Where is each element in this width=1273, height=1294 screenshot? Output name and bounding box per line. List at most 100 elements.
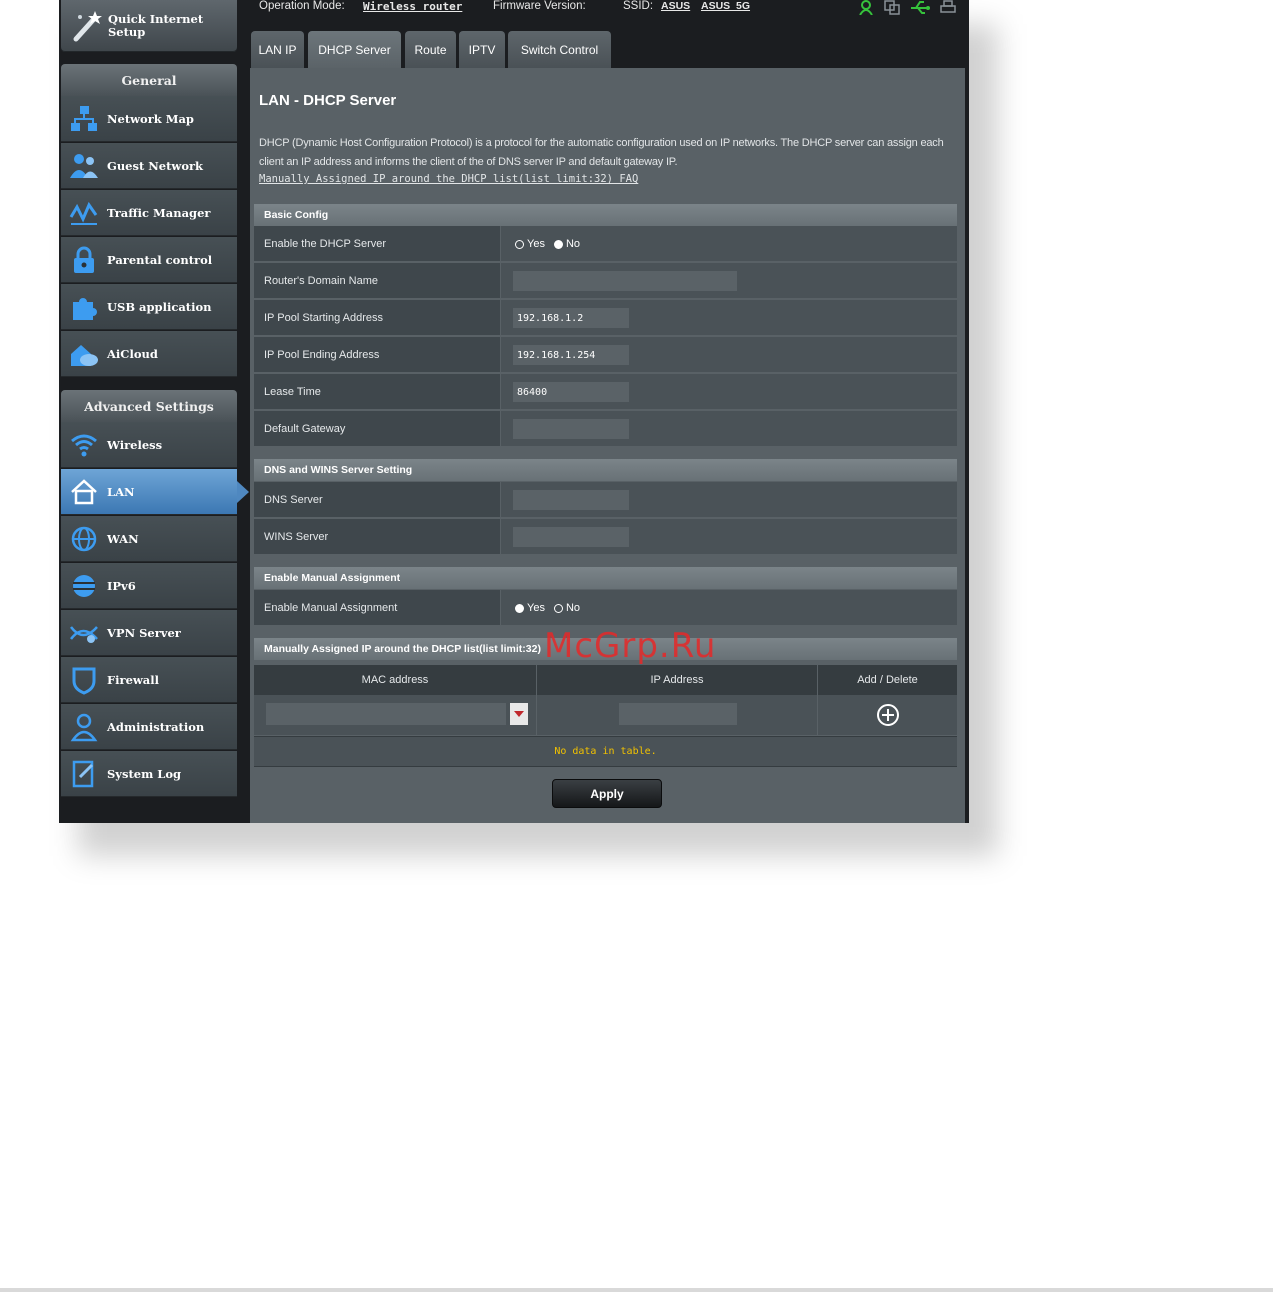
home-icon: [66, 474, 102, 510]
wins-server-input[interactable]: [513, 527, 629, 547]
ssid-link-5g[interactable]: ASUS_5G: [701, 0, 750, 12]
vpn-icon: [66, 615, 102, 651]
mac-address-column-header: MAC address: [254, 665, 537, 695]
usb-status-icon[interactable]: [910, 0, 930, 15]
sidebar-item-lan[interactable]: LAN: [61, 469, 237, 515]
pool-end-label: IP Pool Ending Address: [254, 337, 500, 373]
manual-yes-radio[interactable]: [515, 603, 524, 613]
page-description: DHCP (Dynamic Host Configuration Protoco…: [259, 137, 944, 168]
sidebar-item-label: Wireless: [107, 437, 163, 452]
default-gateway-label: Default Gateway: [254, 411, 500, 447]
sidebar-item-network-map[interactable]: Network Map: [61, 96, 237, 142]
tab-switch-control[interactable]: Switch Control: [508, 31, 611, 68]
manual-assignment-row: Enable Manual Assignment Yes No: [254, 590, 957, 626]
mac-dropdown-button[interactable]: [510, 703, 528, 725]
manual-assignment-header: Enable Manual Assignment: [254, 567, 957, 589]
sidebar-item-label: VPN Server: [107, 625, 181, 640]
sidebar-item-wireless[interactable]: Wireless: [61, 422, 237, 468]
tab-lan-ip[interactable]: LAN IP: [251, 31, 304, 68]
tab-dhcp-server[interactable]: DHCP Server: [308, 31, 401, 68]
status-icons: [858, 0, 956, 15]
dns-server-input[interactable]: [513, 490, 629, 510]
manual-yes-label: Yes: [527, 602, 545, 614]
dhcp-yes-label: Yes: [527, 238, 545, 250]
apply-button[interactable]: Apply: [552, 779, 662, 808]
watermark: McGrp.Ru: [544, 626, 717, 666]
general-header: General: [61, 64, 237, 96]
ssid-label: SSID:: [623, 0, 654, 12]
admin-user-icon: [66, 709, 102, 745]
cloud-icon: [66, 336, 102, 372]
page-footer-line: [0, 1288, 1273, 1292]
traffic-manager-icon: [66, 195, 102, 231]
lease-time-input[interactable]: 86400: [513, 382, 629, 402]
enable-dhcp-value: Yes No: [501, 226, 957, 262]
dns-server-value: [501, 482, 957, 518]
sidebar-item-firewall[interactable]: Firewall: [61, 657, 237, 703]
sidebar-item-label: Guest Network: [107, 158, 204, 173]
router-admin-screenshot: Quick Internet Setup General Network Map…: [59, 0, 969, 823]
firmware-version-label: Firmware Version:: [493, 0, 586, 12]
manual-list-table-header: MAC address IP Address Add / Delete: [254, 665, 957, 695]
default-gateway-input[interactable]: [513, 419, 629, 439]
sidebar-item-vpn-server[interactable]: VPN Server: [61, 610, 237, 656]
ip-address-column-header: IP Address: [537, 665, 818, 695]
manual-assignment-value: Yes No: [501, 590, 957, 626]
active-item-pointer: [237, 481, 249, 503]
domain-name-input[interactable]: [513, 271, 737, 291]
faq-link[interactable]: Manually Assigned IP around the DHCP lis…: [259, 173, 638, 185]
sidebar-item-label: Parental control: [107, 252, 213, 267]
pool-end-input[interactable]: 192.168.1.254: [513, 345, 629, 365]
printer-status-icon[interactable]: [940, 0, 956, 15]
globe-icon: [66, 521, 102, 557]
sidebar-item-system-log[interactable]: System Log: [61, 751, 237, 797]
sidebar-item-ipv6[interactable]: IPv6: [61, 563, 237, 609]
manual-assignment-label: Enable Manual Assignment: [254, 590, 500, 626]
manual-list-header-text: Manually Assigned IP around the DHCP lis…: [264, 643, 541, 655]
default-gateway-row: Default Gateway: [254, 411, 957, 447]
manual-no-radio[interactable]: [553, 603, 563, 613]
basic-config-header: Basic Config: [254, 204, 957, 226]
pool-start-input[interactable]: 192.168.1.2: [513, 308, 629, 328]
user-status-icon[interactable]: [858, 0, 874, 15]
quick-internet-setup-button[interactable]: Quick Internet Setup: [61, 0, 237, 52]
pool-start-label: IP Pool Starting Address: [254, 300, 500, 336]
operation-mode-link[interactable]: Wireless router: [363, 0, 462, 13]
pool-start-row: IP Pool Starting Address 192.168.1.2: [254, 300, 957, 336]
sidebar-item-label: Firewall: [107, 672, 159, 687]
sidebar-item-label: System Log: [107, 766, 182, 781]
guest-network-icon: [66, 148, 102, 184]
sidebar-item-usb-application[interactable]: USB application: [61, 284, 237, 330]
sidebar-item-wan[interactable]: WAN: [61, 516, 237, 562]
copy-status-icon[interactable]: [884, 0, 900, 15]
pool-start-value: 192.168.1.2: [501, 300, 957, 336]
sidebar-item-label: Network Map: [107, 111, 194, 126]
pool-end-value: 192.168.1.254: [501, 337, 957, 373]
sidebar-item-parental-control[interactable]: Parental control: [61, 237, 237, 283]
ssid-link-2g[interactable]: ASUS: [661, 0, 690, 12]
dhcp-yes-radio[interactable]: [515, 239, 524, 249]
sidebar-item-label: AiCloud: [107, 346, 158, 361]
sidebar-item-guest-network[interactable]: Guest Network: [61, 143, 237, 189]
sidebar-item-traffic-manager[interactable]: Traffic Manager: [61, 190, 237, 236]
wins-server-value: [501, 519, 957, 555]
add-delete-column-header: Add / Delete: [857, 674, 918, 686]
ip-cell: [537, 695, 818, 735]
sidebar-item-label: Traffic Manager: [107, 205, 211, 220]
sidebar-item-label: LAN: [107, 484, 135, 499]
sidebar-item-aicloud[interactable]: AiCloud: [61, 331, 237, 377]
dns-server-label: DNS Server: [254, 482, 500, 518]
enable-dhcp-label: Enable the DHCP Server: [254, 226, 500, 262]
dhcp-no-radio[interactable]: [553, 239, 563, 249]
mac-cell: [254, 695, 537, 735]
sidebar-item-administration[interactable]: Administration: [61, 704, 237, 750]
ip-address-input[interactable]: [619, 703, 737, 725]
mac-address-input[interactable]: [266, 703, 506, 725]
network-map-icon: [66, 101, 102, 137]
tab-route[interactable]: Route: [405, 31, 456, 68]
manual-list-input-row: [254, 695, 957, 735]
lease-time-value: 86400: [501, 374, 957, 410]
tab-iptv[interactable]: IPTV: [459, 31, 505, 68]
lock-icon: [66, 242, 102, 278]
add-entry-button[interactable]: [876, 703, 900, 727]
